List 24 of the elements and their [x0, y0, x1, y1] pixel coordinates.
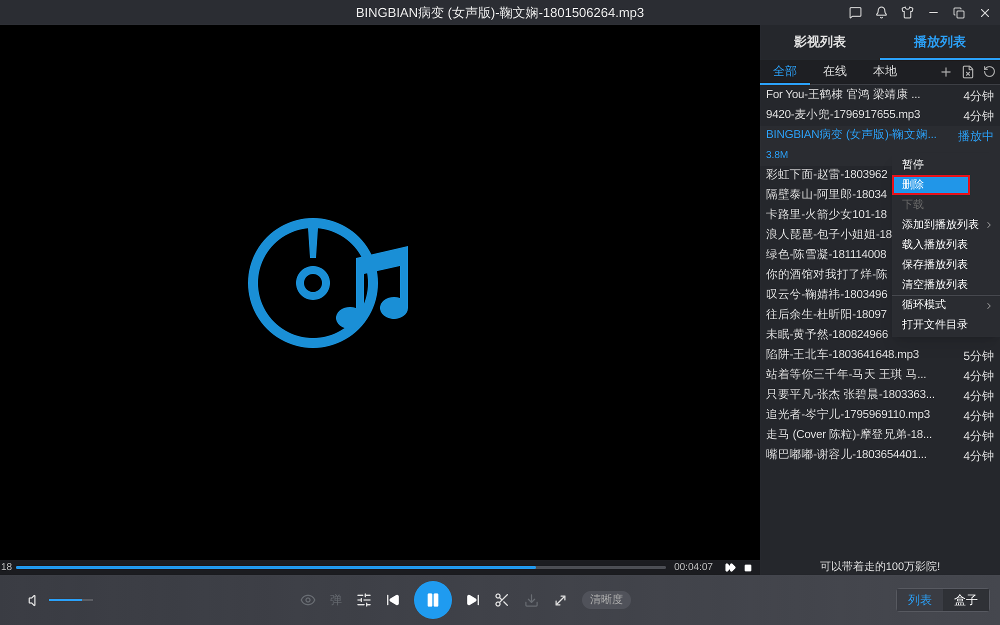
- track-title: 陷阱-王北车-1803641648.mp3: [766, 348, 919, 364]
- track-size: 3.8M: [766, 149, 788, 163]
- window-title: BINGBIAN病变 (女声版)-鞠文娴-1801506264.mp3: [356, 4, 644, 22]
- track-title: For You-王鹤棣 官鸿 梁靖康 ...: [766, 87, 920, 104]
- track-duration: 4分钟: [963, 388, 994, 405]
- track-duration: 4分钟: [963, 368, 994, 385]
- track-title: 只要平凡-张杰 张碧晨-1803363...: [766, 388, 935, 404]
- track-duration: 4分钟: [963, 108, 994, 125]
- track-duration: 4分钟: [963, 428, 994, 445]
- elapsed-time: 18: [1, 561, 12, 575]
- track-duration: 4分钟: [963, 88, 994, 105]
- track-title: 追光者-岑宁儿-1795969110.mp3: [766, 407, 930, 424]
- track-duration: 5分钟: [963, 348, 994, 365]
- track-title: 站着等你三千年-马天 王琪 马...: [766, 367, 926, 384]
- total-time: 00:04:07: [674, 561, 713, 575]
- track-title: BINGBIAN病变 (女声版)-鞠文娴...: [766, 127, 937, 144]
- track-duration: 4分钟: [963, 448, 994, 465]
- track-title: 未眠-黄予然-180824966: [766, 328, 888, 344]
- track-duration: 播放中: [958, 128, 994, 145]
- track-title: 嘴巴嘟嘟-谢容儿-1803654401...: [766, 447, 927, 464]
- track-duration: 4分钟: [963, 408, 994, 425]
- track-title: 9420-麦小兜-1796917655.mp3: [766, 108, 920, 124]
- promo-text: 可以带着走的100万影院!: [820, 560, 940, 576]
- track-title: 走马 (Cover 陈粒)-摩登兄弟-18...: [766, 427, 932, 444]
